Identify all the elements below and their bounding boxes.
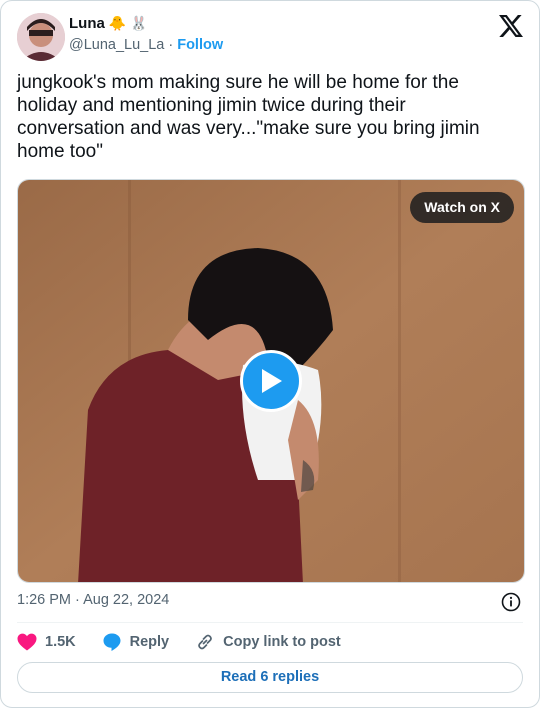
author-handle[interactable]: @Luna_Lu_La bbox=[69, 37, 164, 53]
author-name[interactable]: Luna bbox=[69, 15, 105, 32]
reply-label: Reply bbox=[129, 634, 170, 650]
like-button[interactable]: 1.5K bbox=[17, 633, 76, 651]
author-name-row: Luna 🐥 🐰 bbox=[69, 15, 148, 32]
separator-dot: · bbox=[168, 37, 174, 53]
info-icon[interactable] bbox=[501, 592, 521, 612]
follow-link[interactable]: Follow bbox=[177, 37, 223, 53]
watch-on-x-button[interactable]: Watch on X bbox=[410, 192, 514, 223]
video-media[interactable]: Watch on X bbox=[17, 179, 525, 583]
like-count: 1.5K bbox=[45, 634, 76, 650]
read-replies-button[interactable]: Read 6 replies bbox=[17, 662, 523, 693]
handle-row: @Luna_Lu_La · Follow bbox=[69, 37, 223, 53]
divider bbox=[17, 622, 523, 623]
reply-button[interactable]: Reply bbox=[102, 632, 170, 652]
play-icon bbox=[262, 369, 282, 393]
post-text: jungkook's mom making sure he will be ho… bbox=[17, 72, 480, 162]
reply-bubble-icon bbox=[103, 633, 121, 651]
play-button[interactable] bbox=[240, 350, 302, 412]
copy-link-button[interactable]: Copy link to post bbox=[195, 632, 341, 652]
action-bar: 1.5K Reply Copy link to post bbox=[17, 631, 367, 653]
link-icon bbox=[198, 634, 212, 650]
post-timestamp[interactable]: 1:26 PM · Aug 22, 2024 bbox=[17, 592, 169, 608]
chick-emoji: 🐥 bbox=[108, 15, 127, 32]
rabbit-emoji: 🐰 bbox=[130, 15, 148, 32]
copy-link-label: Copy link to post bbox=[223, 634, 341, 650]
x-logo-icon[interactable] bbox=[499, 15, 523, 37]
avatar[interactable] bbox=[17, 13, 65, 61]
embedded-post-card: Luna 🐥 🐰 @Luna_Lu_La · Follow jungkook's… bbox=[0, 0, 540, 708]
heart-icon bbox=[17, 633, 37, 651]
